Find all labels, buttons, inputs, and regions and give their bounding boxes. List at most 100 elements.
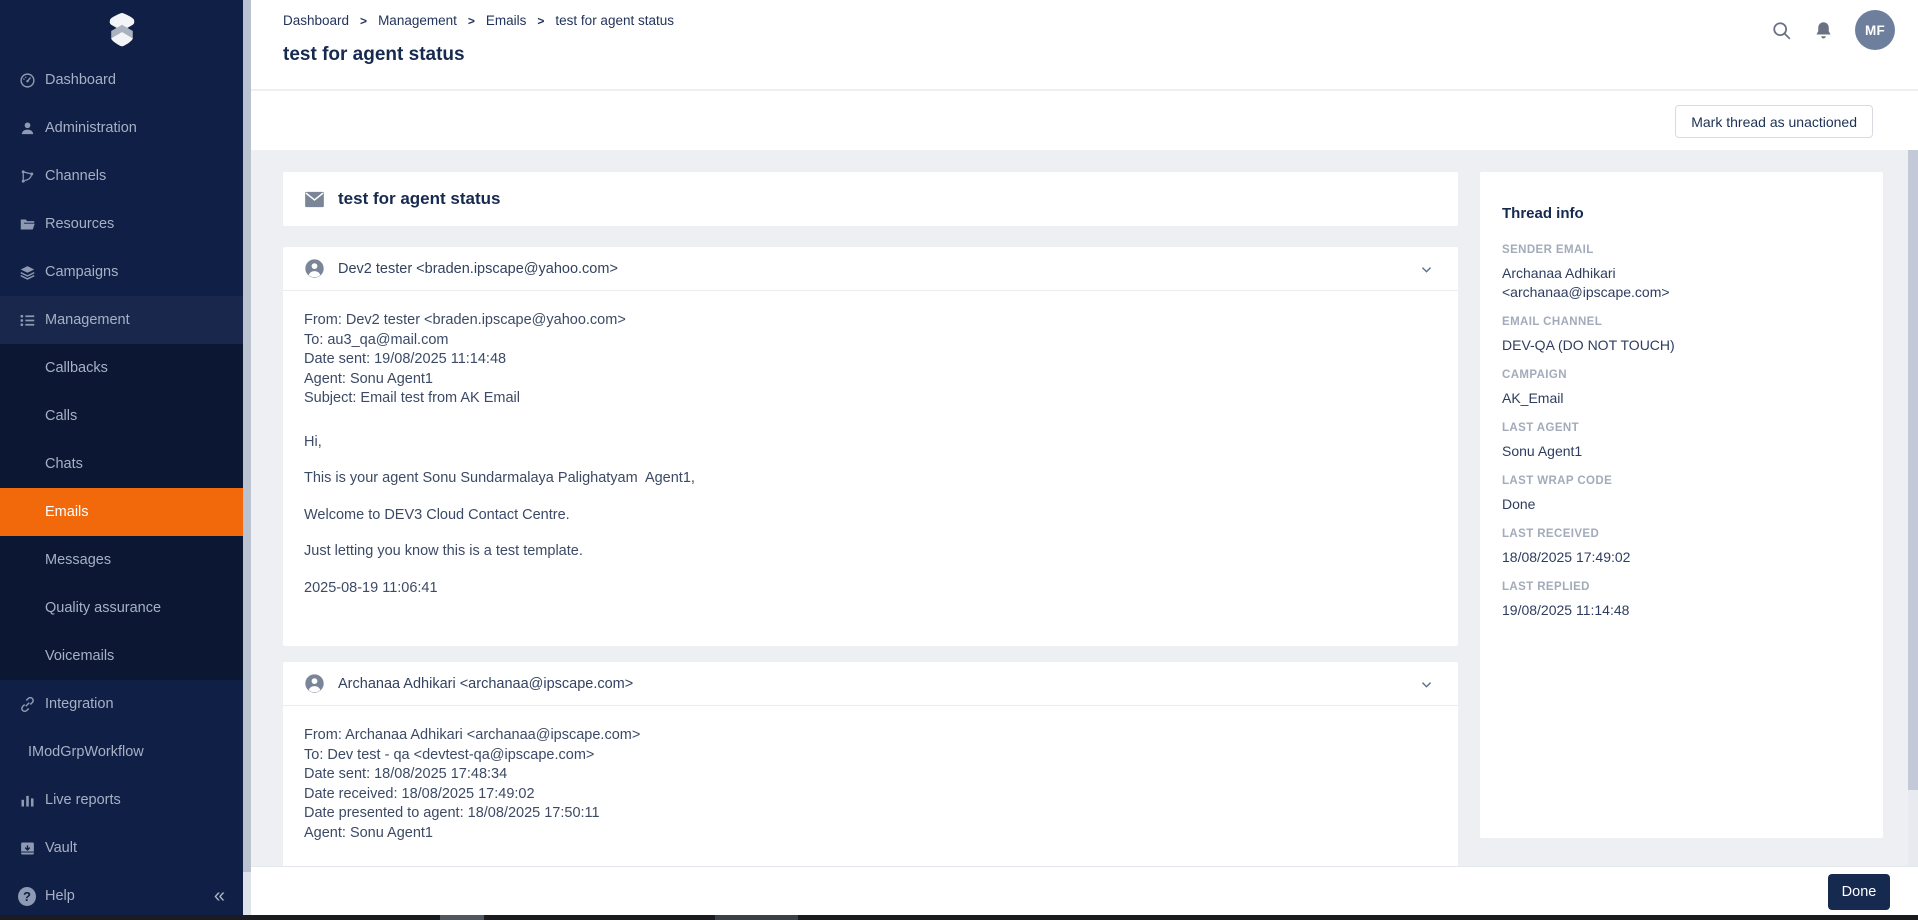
field-value: <archanaa@ipscape.com> — [1502, 283, 1861, 302]
sidebar: Dashboard Administration Channels Resour… — [0, 0, 243, 920]
sub-item-label: Calls — [45, 408, 77, 424]
breadcrumb-separator: > — [537, 14, 544, 28]
sender-avatar-icon — [304, 673, 325, 694]
sidebar-item-label: IModGrpWorkflow — [28, 744, 144, 760]
field-label: LAST WRAP CODE — [1502, 474, 1861, 488]
chevron-down-icon[interactable] — [1419, 677, 1434, 692]
sidebar-item-integration[interactable]: Integration — [0, 680, 243, 728]
sub-item-label: Chats — [45, 456, 83, 472]
sidebar-item-label: Management — [45, 312, 130, 328]
email-meta-line: Date presented to agent: 18/08/2025 17:5… — [304, 804, 1437, 824]
thread-info-panel: Thread info SENDER EMAIL Archanaa Adhika… — [1480, 172, 1883, 838]
sidebar-item-quality-assurance[interactable]: Quality assurance — [0, 584, 243, 632]
thread-info-field: LAST WRAP CODE Done — [1502, 474, 1861, 514]
breadcrumb: Dashboard > Management > Emails > test f… — [283, 13, 674, 28]
gauge-icon — [18, 71, 36, 89]
sidebar-item-emails-active[interactable]: Emails — [0, 488, 243, 536]
field-label: CAMPAIGN — [1502, 368, 1861, 382]
bell-icon[interactable] — [1813, 20, 1834, 41]
bottom-edge-strip — [0, 915, 1918, 920]
field-value: Sonu Agent1 — [1502, 442, 1861, 461]
email-meta-line: Agent: Sonu Agent1 — [304, 824, 1437, 844]
sub-item-label: Callbacks — [45, 360, 108, 376]
bottom-strip-segment — [440, 915, 484, 920]
sidebar-item-resources[interactable]: Resources — [0, 200, 243, 248]
sidebar-item-label: Vault — [45, 840, 77, 856]
sidebar-item-help[interactable]: ? Help « — [0, 872, 243, 920]
email-meta-line: To: Dev test - qa <devtest-qa@ipscape.co… — [304, 746, 1437, 766]
sub-item-label: Quality assurance — [45, 600, 161, 616]
content-area: test for agent status Dev2 tester <brade… — [251, 150, 1918, 866]
breadcrumb-emails[interactable]: Emails — [486, 13, 527, 28]
sidebar-item-dashboard[interactable]: Dashboard — [0, 56, 243, 104]
ipscape-logo — [0, 0, 243, 56]
content-scrollbar-thumb[interactable] — [1908, 150, 1918, 790]
link-icon — [18, 695, 36, 713]
sidebar-item-imodgrpworkflow[interactable]: IModGrpWorkflow — [0, 728, 243, 776]
email-2-header[interactable]: Archanaa Adhikari <archanaa@ipscape.com> — [283, 662, 1458, 706]
footer-bar: Done — [251, 866, 1918, 915]
sidebar-item-voicemails[interactable]: Voicemails — [0, 632, 243, 680]
help-glyph: ? — [18, 887, 36, 906]
sidebar-item-callbacks[interactable]: Callbacks — [0, 344, 243, 392]
sidebar-item-live-reports[interactable]: Live reports — [0, 776, 243, 824]
sidebar-item-label: Channels — [45, 168, 106, 184]
email-meta-line: From: Dev2 tester <braden.ipscape@yahoo.… — [304, 311, 1437, 331]
sub-item-label: Messages — [45, 552, 111, 568]
sidebar-item-administration[interactable]: Administration — [0, 104, 243, 152]
thread-info-field: CAMPAIGN AK_Email — [1502, 368, 1861, 408]
mark-thread-unactioned-button[interactable]: Mark thread as unactioned — [1675, 105, 1873, 138]
breadcrumb-dashboard[interactable]: Dashboard — [283, 13, 349, 28]
breadcrumb-separator: > — [468, 14, 475, 28]
sidebar-item-label: Live reports — [45, 792, 121, 808]
thread-info-field: SENDER EMAIL Archanaa Adhikari <archanaa… — [1502, 243, 1861, 302]
sidebar-item-label: Integration — [45, 696, 114, 712]
chevron-down-icon[interactable] — [1419, 262, 1434, 277]
email-message-2: Archanaa Adhikari <archanaa@ipscape.com>… — [283, 662, 1458, 866]
breadcrumb-management[interactable]: Management — [378, 13, 457, 28]
email-thread-column: test for agent status Dev2 tester <brade… — [283, 172, 1458, 866]
folder-icon — [18, 215, 36, 233]
sidebar-item-label: Dashboard — [45, 72, 116, 88]
page-title: test for agent status — [283, 44, 465, 66]
vault-icon — [18, 839, 36, 857]
collapse-sidebar-icon[interactable]: « — [214, 886, 225, 906]
help-icon: ? — [18, 887, 36, 905]
topbar-icons: MF — [1771, 0, 1895, 60]
field-label: LAST REPLIED — [1502, 580, 1861, 594]
sender-avatar-icon — [304, 258, 325, 279]
sidebar-item-messages[interactable]: Messages — [0, 536, 243, 584]
field-value: Archanaa Adhikari — [1502, 264, 1861, 283]
sidebar-item-channels[interactable]: Channels — [0, 152, 243, 200]
sidebar-item-label: Help — [45, 888, 75, 904]
email-meta-line: Subject: Email test from AK Email — [304, 389, 1437, 409]
sidebar-item-vault[interactable]: Vault — [0, 824, 243, 872]
bar-chart-icon — [18, 791, 36, 809]
field-value: DEV-QA (DO NOT TOUCH) — [1502, 336, 1861, 355]
sub-item-label: Emails — [45, 504, 89, 520]
sidebar-item-calls[interactable]: Calls — [0, 392, 243, 440]
search-icon[interactable] — [1771, 20, 1792, 41]
ipscape-logo-icon — [104, 10, 140, 52]
email-body-line: Welcome to DEV3 Cloud Contact Centre. — [304, 506, 1437, 526]
channels-icon — [18, 167, 36, 185]
avatar[interactable]: MF — [1855, 10, 1895, 50]
done-button[interactable]: Done — [1828, 874, 1890, 910]
app-root: Dashboard Administration Channels Resour… — [0, 0, 1918, 920]
email-body-line: This is your agent Sonu Sundarmalaya Pal… — [304, 469, 1437, 489]
sidebar-scrollbar-thumb[interactable] — [243, 0, 251, 872]
content-scrollbar[interactable] — [1908, 150, 1918, 866]
list-icon — [18, 311, 36, 329]
email-meta-line: To: au3_qa@mail.com — [304, 331, 1437, 351]
email-1-body: From: Dev2 tester <braden.ipscape@yahoo.… — [283, 291, 1458, 646]
sidebar-item-chats[interactable]: Chats — [0, 440, 243, 488]
field-label: EMAIL CHANNEL — [1502, 315, 1861, 329]
email-body-line: 2025-08-19 11:06:41 — [304, 579, 1437, 599]
breadcrumb-current: test for agent status — [555, 13, 674, 28]
email-message-1: Dev2 tester <braden.ipscape@yahoo.com> F… — [283, 247, 1458, 646]
email-1-header[interactable]: Dev2 tester <braden.ipscape@yahoo.com> — [283, 247, 1458, 291]
sidebar-item-label: Campaigns — [45, 264, 118, 280]
sidebar-scrollbar[interactable] — [243, 0, 251, 920]
sidebar-item-campaigns[interactable]: Campaigns — [0, 248, 243, 296]
sidebar-item-management[interactable]: Management — [0, 296, 243, 344]
